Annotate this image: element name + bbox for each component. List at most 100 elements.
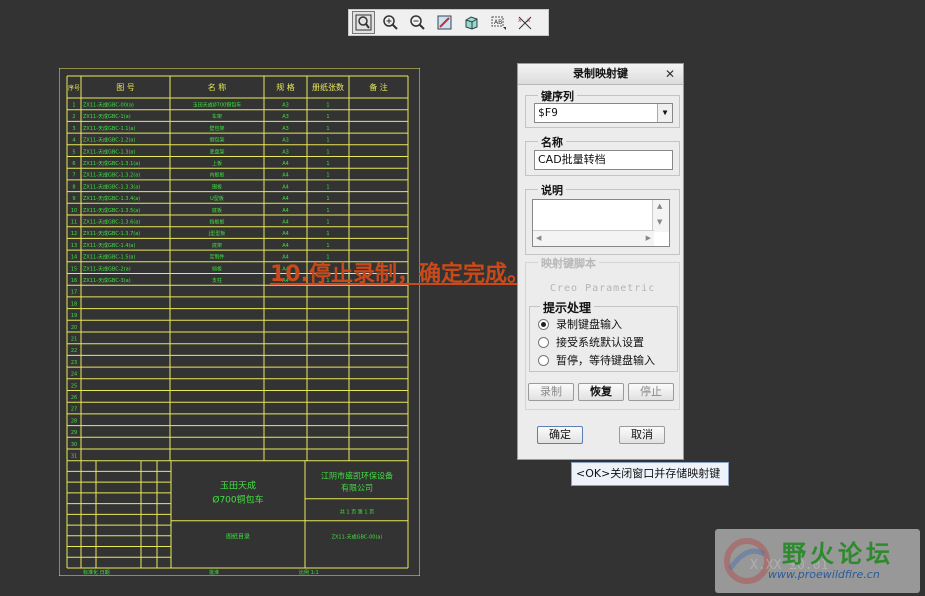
stop-button[interactable]: 停止 bbox=[628, 383, 674, 401]
sheet-info: 共 1 页 第 1 页 bbox=[340, 509, 374, 516]
row-sheets: 1 bbox=[326, 196, 329, 202]
row-number: 28 bbox=[71, 418, 77, 424]
repaint-icon[interactable] bbox=[433, 11, 456, 34]
footer-text: 比例 1:1 bbox=[299, 569, 319, 576]
radio-unchecked[interactable] bbox=[538, 354, 549, 366]
scroll-down-icon[interactable]: ▼ bbox=[657, 218, 662, 226]
key-sequence-select[interactable]: $F9 ▼ bbox=[534, 103, 673, 123]
zoom-fit-icon[interactable] bbox=[352, 11, 375, 34]
row-number: 15 bbox=[71, 266, 77, 272]
scroll-left-icon[interactable]: ◀ bbox=[536, 234, 541, 242]
zoom-out-icon[interactable] bbox=[406, 11, 429, 34]
header-cell: 备 注 bbox=[369, 82, 388, 92]
ok-button[interactable]: 确定 bbox=[537, 426, 583, 444]
scroll-right-icon[interactable]: ▶ bbox=[646, 234, 651, 242]
row-sheets: 1 bbox=[326, 138, 329, 144]
mapkey-script-text: Creo Parametric bbox=[550, 283, 656, 294]
row-name: 车架 bbox=[212, 113, 222, 120]
row-sheets: 1 bbox=[326, 243, 329, 249]
row-number: 26 bbox=[71, 395, 77, 401]
row-name: 挡板板 bbox=[209, 219, 224, 226]
row-spec: A3 bbox=[282, 138, 289, 144]
row-spec: A4 bbox=[282, 231, 289, 237]
drawing-sheet: 序号图 号名 称规 格册纸张数备 注 1 ZX11-天成GBC-00(a) 玉田天成Ø… bbox=[59, 68, 420, 576]
row-spec: A4 bbox=[282, 161, 289, 167]
row-sheets: 1 bbox=[326, 126, 329, 132]
row-number: 18 bbox=[71, 301, 77, 307]
row-code: ZX11-天成GBC-3(a) bbox=[83, 277, 131, 284]
datum-display-icon[interactable]: xx bbox=[514, 11, 537, 34]
watermark-title: 野火论坛 bbox=[782, 540, 894, 568]
key-sequence-value: $F9 bbox=[538, 106, 558, 119]
scroll-up-icon[interactable]: ▲ bbox=[657, 202, 662, 210]
row-code: ZX11-天成GBC-1.3.4(a) bbox=[83, 195, 140, 202]
row-sheets: 1 bbox=[326, 208, 329, 214]
row-code: ZX11-天成GBC-1.4(a) bbox=[83, 242, 135, 249]
option-label: 暂停，等待键盘输入 bbox=[556, 354, 655, 367]
row-sheets: 1 bbox=[326, 114, 329, 120]
row-name: 底板 bbox=[212, 207, 222, 214]
dialog-titlebar[interactable]: 录制映射键 ✕ bbox=[518, 64, 683, 85]
row-spec: A4 bbox=[282, 208, 289, 214]
header-cell: 序号 bbox=[68, 84, 80, 92]
row-number: 16 bbox=[71, 278, 77, 284]
name-input[interactable]: CAD批量转档 bbox=[534, 150, 673, 170]
row-sheets: 1 bbox=[326, 149, 329, 155]
option-accept-default[interactable]: 接受系统默认设置 bbox=[538, 334, 644, 350]
zoom-in-icon[interactable] bbox=[379, 11, 402, 34]
vertical-scrollbar[interactable]: ▲ ▼ bbox=[652, 200, 669, 232]
row-name: 底盘架 bbox=[209, 148, 224, 155]
row-name: 定制件 bbox=[209, 254, 224, 261]
row-number: 20 bbox=[71, 325, 77, 331]
company-name: 江阴市盛凯环保设备 bbox=[321, 471, 393, 481]
option-pause[interactable]: 暂停，等待键盘输入 bbox=[538, 352, 655, 368]
product-title: 玉田天成 bbox=[220, 480, 256, 492]
row-sheets: 1 bbox=[326, 231, 329, 237]
horizontal-scrollbar[interactable]: ◀ ▶ bbox=[533, 230, 654, 246]
row-name: 玉田天成Ø700铜包车 bbox=[193, 102, 241, 109]
radio-checked[interactable] bbox=[538, 318, 549, 330]
row-number: 3 bbox=[72, 126, 75, 132]
row-number: 27 bbox=[71, 407, 77, 413]
row-name: 内板板 bbox=[209, 172, 224, 179]
name-group: 名称 CAD批量转档 bbox=[525, 134, 680, 176]
close-icon[interactable]: ✕ bbox=[665, 64, 675, 84]
row-name: 侧包架 bbox=[209, 137, 224, 144]
row-number: 25 bbox=[71, 383, 77, 389]
display-style-icon[interactable] bbox=[460, 11, 483, 34]
description-group: 说明 ▲ ▼ ◀ ▶ bbox=[525, 182, 680, 255]
row-spec: A3 bbox=[282, 149, 289, 155]
record-button[interactable]: 录制 bbox=[528, 383, 574, 401]
option-record-keyboard[interactable]: 录制键盘输入 bbox=[538, 316, 622, 332]
row-number: 31 bbox=[71, 454, 77, 460]
row-name: 底架 bbox=[212, 242, 222, 249]
chevron-down-icon[interactable]: ▼ bbox=[657, 104, 672, 122]
row-spec: A4 bbox=[282, 184, 289, 190]
header-cell: 图 号 bbox=[116, 83, 135, 92]
prompt-group: 提示处理 录制键盘输入 接受系统默认设置 暂停，等待键盘输入 bbox=[529, 299, 678, 372]
ok-tooltip: <OK>关闭窗口并存储映射键 bbox=[571, 462, 729, 486]
row-sheets: 1 bbox=[326, 161, 329, 167]
footer-text: 批准 bbox=[209, 569, 219, 576]
row-spec: A4 bbox=[282, 196, 289, 202]
row-sheets: 1 bbox=[326, 103, 329, 109]
row-code: ZX11-天成GBC-2(a) bbox=[83, 265, 131, 272]
row-code: ZX11-天成GBC-1.1(a) bbox=[83, 125, 135, 132]
row-number: 17 bbox=[71, 290, 77, 296]
option-label: 录制键盘输入 bbox=[556, 318, 622, 331]
annotation-display-icon[interactable]: AB bbox=[487, 11, 510, 34]
row-number: 24 bbox=[71, 372, 77, 378]
name-label: 名称 bbox=[538, 134, 566, 150]
cancel-button[interactable]: 取消 bbox=[619, 426, 665, 444]
row-number: 12 bbox=[71, 231, 77, 237]
row-number: 23 bbox=[71, 360, 77, 366]
view-toolbar: AB xx bbox=[348, 9, 549, 36]
radio-unchecked[interactable] bbox=[538, 336, 549, 348]
resume-button[interactable]: 恢复 bbox=[578, 383, 624, 401]
row-code: ZX11-天成GBC-1.3.7(a) bbox=[83, 230, 140, 237]
doc-code: ZX11-天成GBC-00(a) bbox=[332, 534, 383, 541]
watermark-url: www.proewildfire.cn bbox=[768, 568, 880, 581]
prompt-group-label: 提示处理 bbox=[540, 299, 595, 316]
row-code: ZX11-天成GBC-1.3.3(a) bbox=[83, 183, 140, 190]
description-textarea[interactable]: ▲ ▼ ◀ ▶ bbox=[532, 199, 670, 247]
